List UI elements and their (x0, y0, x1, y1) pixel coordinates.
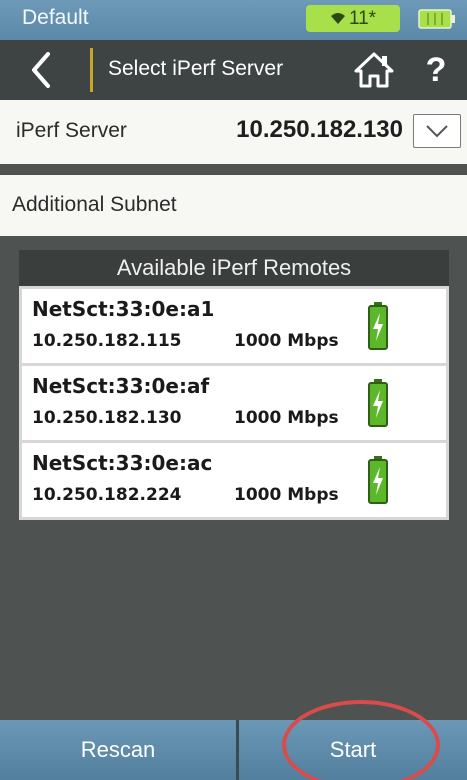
remotes-header: Available iPerf Remotes (19, 250, 449, 286)
help-icon[interactable]: ? (418, 48, 454, 92)
remote-name: NetSct:33:0e:af (32, 374, 210, 398)
remote-item[interactable]: NetSct:33:0e:a1 10.250.182.115 1000 Mbps (22, 289, 446, 363)
remote-ip: 10.250.182.130 (32, 408, 182, 428)
additional-subnet-label: Additional Subnet (12, 193, 177, 216)
remote-name: NetSct:33:0e:a1 (32, 297, 215, 321)
title-divider (90, 48, 93, 92)
back-icon[interactable] (26, 50, 56, 90)
remote-speed: 1000 Mbps (234, 408, 339, 428)
battery-charging-icon (368, 456, 388, 504)
remotes-panel: Available iPerf Remotes NetSct:33:0e:a1 … (19, 250, 449, 520)
battery-icon (418, 9, 455, 29)
remote-speed: 1000 Mbps (234, 485, 339, 505)
remote-ip: 10.250.182.115 (32, 331, 182, 351)
battery-charging-icon (368, 379, 388, 427)
chevron-down-icon (426, 125, 448, 138)
home-icon[interactable] (354, 51, 394, 89)
wifi-status-badge: 11* (306, 5, 400, 32)
additional-subnet-row[interactable]: Additional Subnet (0, 175, 467, 236)
remote-item[interactable]: NetSct:33:0e:af 10.250.182.130 1000 Mbps (22, 366, 446, 440)
iperf-server-row[interactable]: iPerf Server 10.250.182.130 (0, 100, 467, 164)
page-title: Select iPerf Server (108, 57, 284, 80)
wifi-icon (330, 13, 345, 24)
rescan-button[interactable]: Rescan (0, 720, 236, 780)
profile-name: Default (22, 6, 89, 29)
iperf-server-label: iPerf Server (16, 119, 127, 142)
iperf-server-dropdown[interactable] (413, 114, 461, 148)
remote-ip: 10.250.182.224 (32, 485, 182, 505)
status-bar: Default 11* (0, 0, 467, 40)
iperf-server-value: 10.250.182.130 (236, 116, 403, 143)
start-highlight-ring (282, 700, 440, 780)
wifi-channel: 11* (348, 8, 377, 29)
title-bar: Select iPerf Server ? (0, 40, 467, 100)
screen: Default 11* Select iPerf Server ? iPerf … (0, 0, 467, 780)
remote-name: NetSct:33:0e:ac (32, 451, 213, 475)
remote-speed: 1000 Mbps (234, 331, 339, 351)
battery-charging-icon (368, 302, 388, 350)
remote-item[interactable]: NetSct:33:0e:ac 10.250.182.224 1000 Mbps (22, 443, 446, 517)
